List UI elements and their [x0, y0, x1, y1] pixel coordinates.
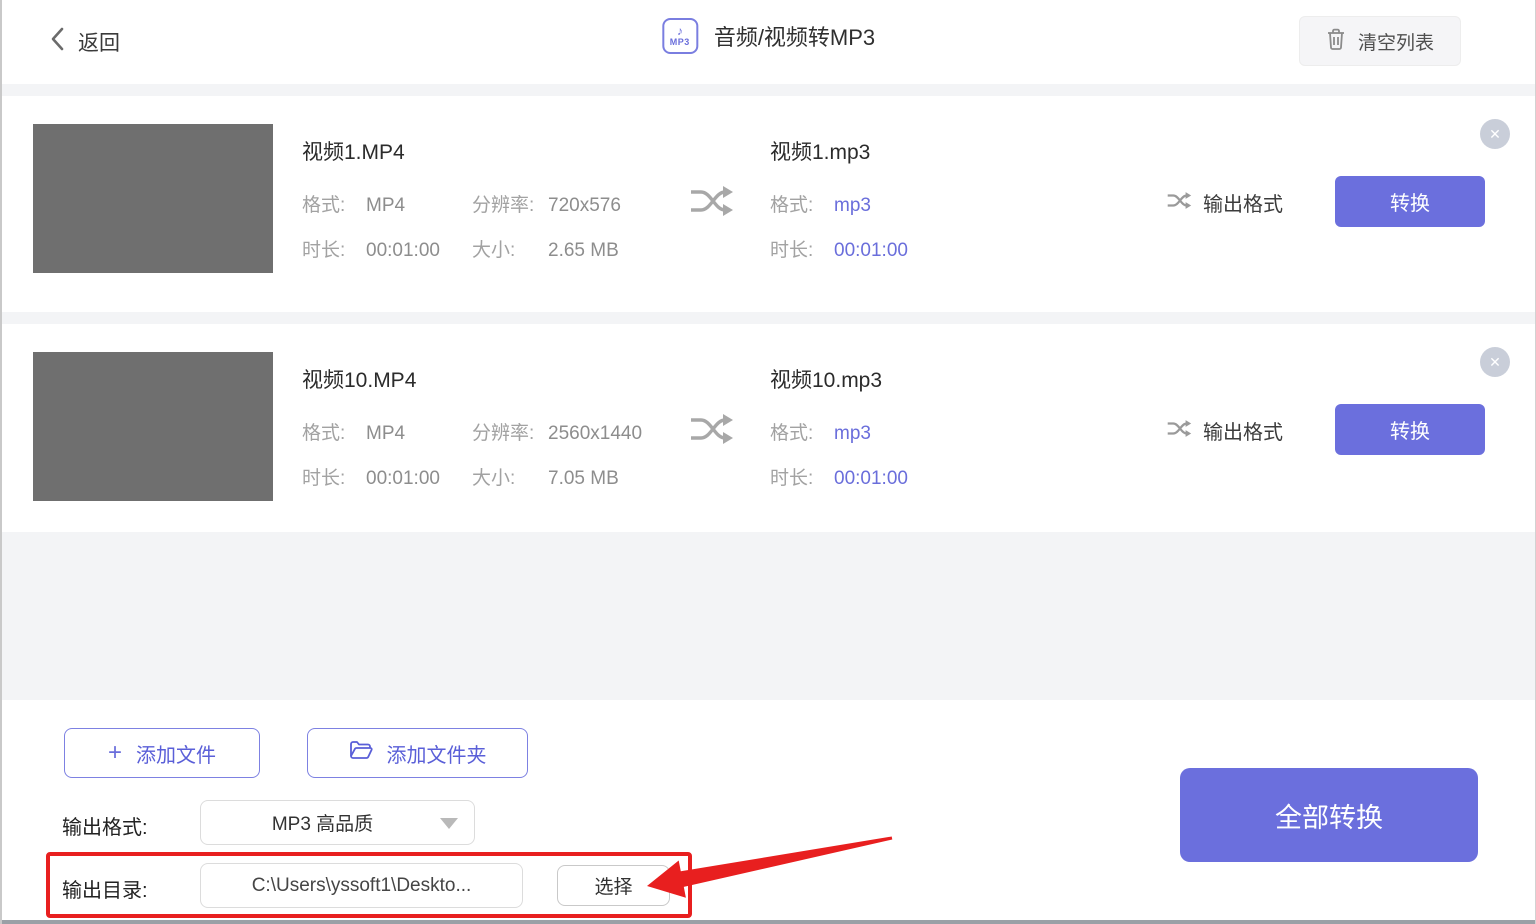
source-file-name: 视频10.MP4 [302, 364, 416, 394]
source-size: 大小:7.05 MB [472, 463, 619, 490]
chevron-left-icon [48, 26, 68, 57]
output-format-field-label: 输出格式: [62, 811, 148, 840]
chevron-down-icon [440, 818, 458, 829]
shuffle-small-icon [1167, 419, 1193, 443]
convert-button[interactable]: 转换 [1335, 404, 1485, 455]
file-row: 视频1.MP4 格式:MP4 分辨率:720x576 时长:00:01:00 大… [2, 96, 1535, 312]
output-duration: 时长:00:01:00 [770, 463, 908, 490]
add-files-button[interactable]: + 添加文件 [64, 728, 260, 778]
source-format: 格式:MP4 [302, 190, 405, 217]
video-thumbnail [33, 352, 273, 501]
source-duration: 时长:00:01:00 [302, 235, 440, 262]
shuffle-arrows-icon [690, 412, 736, 451]
source-resolution: 分辨率:2560x1440 [472, 418, 642, 445]
file-row: 视频10.MP4 格式:MP4 分辨率:2560x1440 时长:00:01:0… [2, 324, 1535, 532]
mp3-music-icon: ♪ MP3 [662, 18, 698, 54]
source-format: 格式:MP4 [302, 418, 405, 445]
browse-button[interactable]: 选择 [557, 865, 670, 906]
output-file-name: 视频10.mp3 [770, 364, 882, 394]
output-dir-input[interactable] [200, 863, 523, 908]
source-file-name: 视频1.MP4 [302, 136, 405, 166]
source-resolution: 分辨率:720x576 [472, 190, 621, 217]
mp3-badge-label: MP3 [670, 37, 690, 47]
plus-icon: + [108, 742, 122, 764]
back-label: 返回 [78, 27, 120, 57]
back-button[interactable]: 返回 [48, 26, 120, 57]
clear-list-button[interactable]: 清空列表 [1299, 16, 1461, 66]
remove-file-button[interactable]: ✕ [1480, 347, 1510, 377]
output-format-button[interactable]: 输出格式 [1167, 188, 1283, 217]
add-folder-button[interactable]: 添加文件夹 [307, 728, 528, 778]
header: 返回 ♪ MP3 音频/视频转MP3 清空列表 [2, 0, 1535, 84]
convert-all-button[interactable]: 全部转换 [1180, 768, 1478, 862]
output-format: 格式:mp3 [770, 190, 871, 217]
converter-window: 返回 ♪ MP3 音频/视频转MP3 清空列表 视频1.MP4 [0, 0, 1536, 924]
source-duration: 时长:00:01:00 [302, 463, 440, 490]
video-thumbnail [33, 124, 273, 273]
output-dir-field-label: 输出目录: [62, 874, 148, 903]
add-files-label: 添加文件 [136, 739, 216, 768]
shuffle-arrows-icon [690, 184, 736, 223]
title-area: ♪ MP3 音频/视频转MP3 [662, 18, 875, 54]
source-size: 大小:2.65 MB [472, 235, 619, 262]
window-bottom-edge [2, 920, 1535, 924]
shuffle-small-icon [1167, 191, 1193, 215]
add-folder-label: 添加文件夹 [387, 739, 487, 768]
output-file-name: 视频1.mp3 [770, 136, 870, 166]
page-title: 音频/视频转MP3 [714, 20, 875, 52]
convert-button[interactable]: 转换 [1335, 176, 1485, 227]
remove-file-button[interactable]: ✕ [1480, 119, 1510, 149]
output-duration: 时长:00:01:00 [770, 235, 908, 262]
output-format: 格式:mp3 [770, 418, 871, 445]
trash-icon [1326, 28, 1346, 55]
output-format-select[interactable]: MP3 高品质 [200, 800, 475, 845]
music-note-glyph: ♪ [677, 26, 683, 37]
output-format-button[interactable]: 输出格式 [1167, 416, 1283, 445]
folder-icon [349, 740, 373, 766]
output-format-selected-value: MP3 高品质 [272, 809, 373, 836]
clear-list-label: 清空列表 [1358, 28, 1434, 55]
footer-panel: + 添加文件 添加文件夹 输出格式: MP3 高品质 输出目录: 选择 全部转换 [2, 700, 1535, 920]
